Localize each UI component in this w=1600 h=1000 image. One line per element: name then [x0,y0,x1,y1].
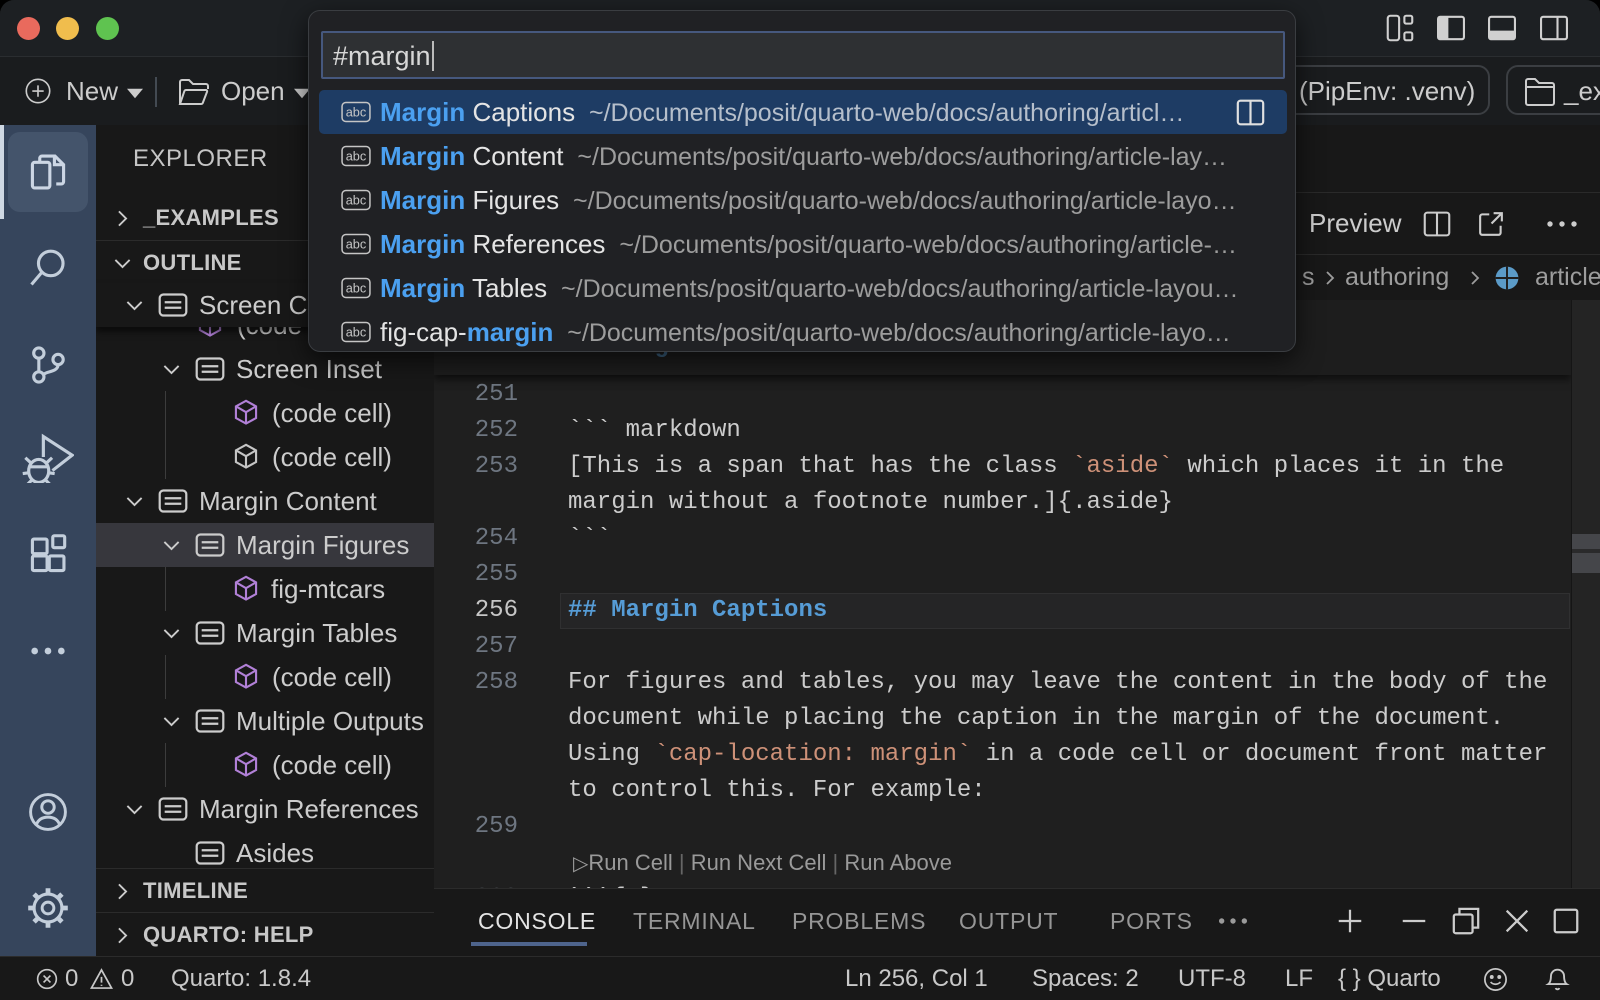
svg-text:abc: abc [346,281,367,296]
svg-text:abc: abc [346,193,367,208]
svg-text:abc: abc [346,325,367,340]
svg-text:abc: abc [346,237,367,252]
svg-text:abc: abc [346,105,367,120]
svg-text:abc: abc [346,149,367,164]
